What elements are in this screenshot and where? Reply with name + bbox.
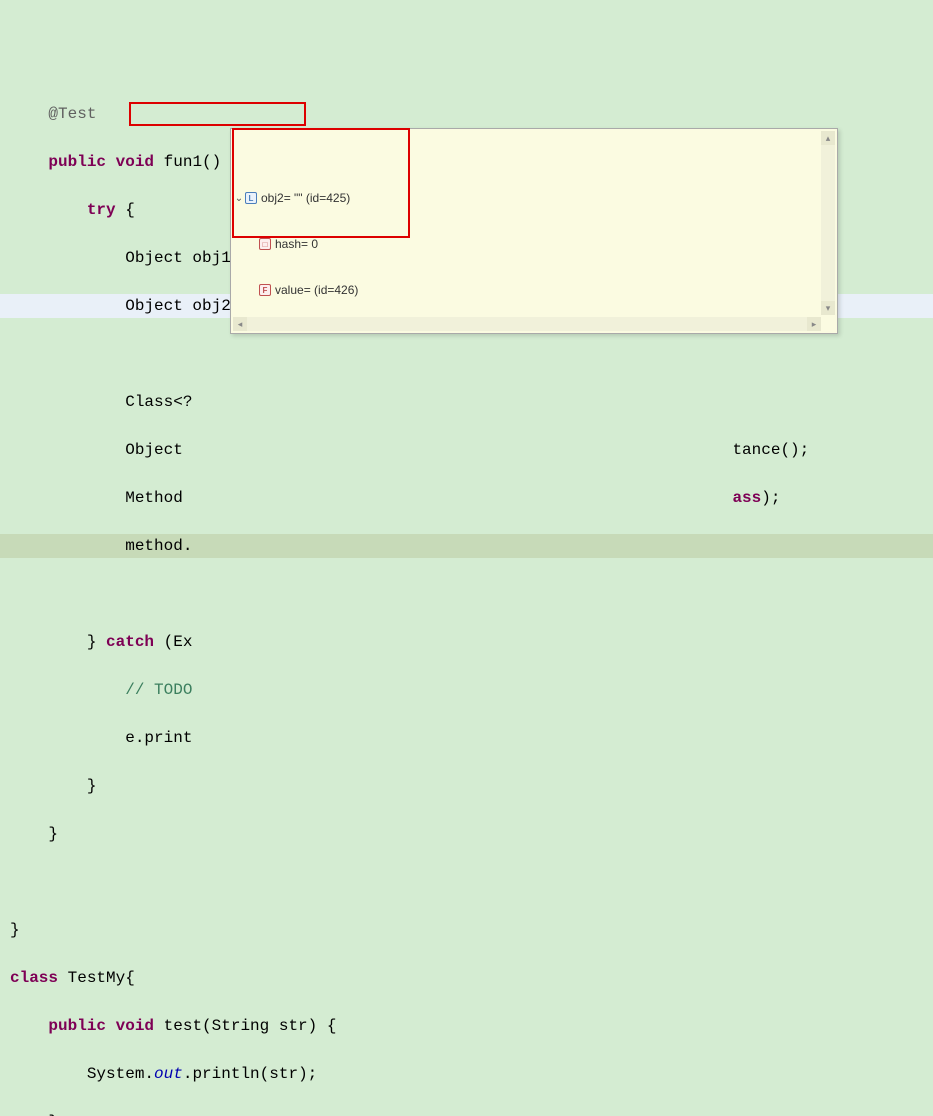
vertical-scrollbar[interactable]: ▴ ▾	[821, 131, 835, 315]
scroll-right-icon[interactable]: ▸	[807, 317, 821, 331]
final-field-icon: F	[259, 284, 271, 296]
tree-node-value[interactable]: F value= (id=426)	[233, 281, 835, 299]
scroll-down-icon[interactable]: ▾	[821, 301, 835, 315]
local-variable-icon: L	[245, 192, 257, 204]
variable-tree[interactable]: ⌄ L obj2= "" (id=425) □ hash= 0 F value=…	[231, 157, 837, 327]
tree-node-label: obj2= "" (id=425)	[261, 191, 350, 205]
tree-node-root[interactable]: ⌄ L obj2= "" (id=425)	[233, 189, 835, 207]
horizontal-scrollbar[interactable]: ◂ ▸	[233, 317, 821, 331]
field-icon: □	[259, 238, 271, 250]
tree-node-label: hash= 0	[275, 237, 318, 251]
warning-line: method.	[0, 534, 933, 558]
scroll-up-icon[interactable]: ▴	[821, 131, 835, 145]
debug-inspect-tooltip[interactable]: ⌄ L obj2= "" (id=425) □ hash= 0 F value=…	[230, 128, 838, 334]
expand-toggle-icon[interactable]: ⌄	[233, 193, 245, 204]
tree-node-hash[interactable]: □ hash= 0	[233, 235, 835, 253]
scroll-left-icon[interactable]: ◂	[233, 317, 247, 331]
tree-node-label: value= (id=426)	[275, 283, 358, 297]
annotation-test: @Test	[10, 105, 96, 123]
